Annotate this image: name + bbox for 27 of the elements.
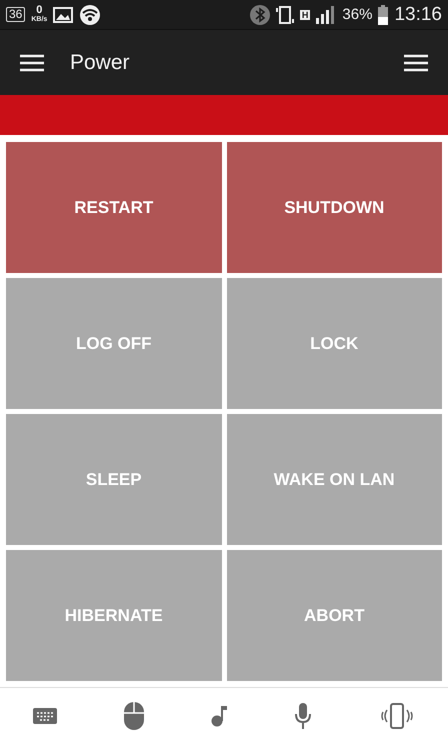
menu-icon[interactable] (404, 54, 428, 72)
power-action-button[interactable]: HIBERNATE (6, 550, 222, 681)
power-action-button[interactable]: RESTART (6, 142, 222, 273)
battery-icon (378, 4, 388, 24)
power-action-button[interactable]: SLEEP (6, 414, 222, 545)
image-icon (53, 6, 74, 22)
bluetooth-icon (250, 4, 270, 24)
phone-vibrate-icon (276, 4, 294, 24)
menu-icon[interactable] (20, 54, 44, 72)
power-action-button[interactable]: SHUTDOWN (226, 142, 442, 273)
speed-value: 0 (36, 6, 42, 14)
keyboard-icon[interactable] (33, 708, 58, 724)
wifi-icon (79, 4, 102, 24)
phone-vibrate-icon[interactable] (378, 703, 415, 729)
notification-badge: 36 (6, 7, 26, 22)
clock: 13:16 (394, 4, 442, 26)
network-type: H (300, 10, 310, 20)
power-action-button[interactable]: LOG OFF (6, 278, 222, 409)
signal-icon (316, 6, 336, 24)
microphone-icon[interactable] (294, 703, 312, 729)
power-action-button[interactable]: WAKE ON LAN (226, 414, 442, 545)
battery-percent: 36% (342, 6, 372, 23)
music-note-icon[interactable] (210, 705, 227, 727)
power-action-button[interactable]: LOCK (226, 278, 442, 409)
mouse-icon[interactable] (124, 702, 144, 730)
power-action-button[interactable]: ABORT (226, 550, 442, 681)
screen-title: Power (70, 50, 131, 74)
